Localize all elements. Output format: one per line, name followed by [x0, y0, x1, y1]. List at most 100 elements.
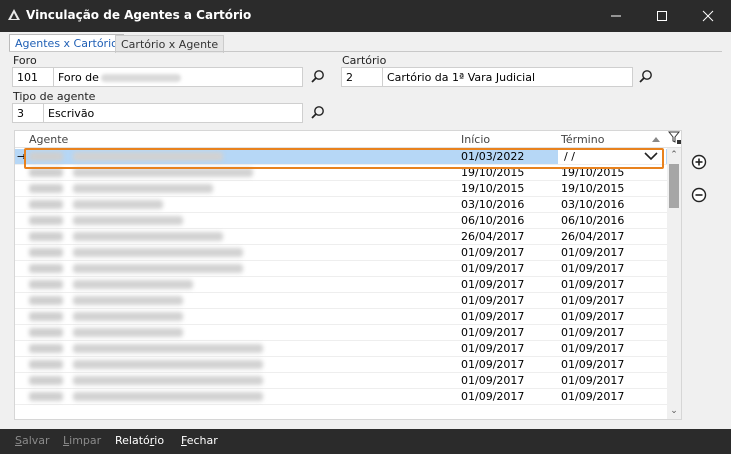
redacted-agent-name — [73, 200, 163, 209]
table-row[interactable]: 01/09/2017 01/09/2017 — [15, 389, 667, 405]
scroll-down-icon[interactable]: ⌄ — [669, 406, 679, 416]
termino-cell: 19/10/2015 — [561, 182, 625, 195]
termino-cell: 26/04/2017 — [561, 230, 625, 243]
inicio-cell: 26/04/2017 — [461, 230, 525, 243]
redacted-agent-name — [73, 360, 263, 369]
table-row[interactable]: 01/09/2017 01/09/2017 — [15, 341, 667, 357]
maximize-button[interactable] — [639, 0, 685, 32]
foro-code-field[interactable]: 101 — [12, 67, 54, 87]
foro-search-icon[interactable] — [310, 69, 326, 85]
tipo-agente-code-field[interactable]: 3 — [12, 103, 44, 123]
table-row[interactable]: 01/09/2017 01/09/2017 — [15, 325, 667, 341]
redacted-agent-name — [73, 296, 183, 305]
table-row[interactable]: 19/10/2015 19/10/2015 — [15, 181, 667, 197]
vertical-scrollbar[interactable]: ⌃ ⌄ — [667, 148, 681, 419]
agente-cell — [29, 232, 449, 242]
add-agent-icon[interactable] — [691, 154, 707, 170]
relatorio-button[interactable]: Relatório — [115, 434, 164, 447]
termino-cell: 01/09/2017 — [561, 278, 625, 291]
table-row[interactable]: 01/09/2017 01/09/2017 — [15, 245, 667, 261]
filter-icon[interactable] — [668, 131, 682, 145]
redacted-agent-name — [73, 168, 253, 177]
redacted-agent-code — [29, 376, 63, 385]
redacted-agent-code — [29, 328, 63, 337]
cartorio-code-field[interactable]: 2 — [341, 67, 383, 87]
termino-cell: 06/10/2016 — [561, 214, 625, 227]
inicio-cell: 01/09/2017 — [461, 262, 525, 275]
termino-cell: 01/09/2017 — [561, 294, 625, 307]
limpar-button[interactable]: Limpar — [63, 434, 101, 447]
redacted-agent-code — [29, 392, 63, 401]
termino-cell: 01/09/2017 — [561, 358, 625, 371]
cartorio-label: Cartório — [342, 54, 387, 67]
tipo-agente-label: Tipo de agente — [13, 90, 96, 103]
table-row[interactable]: 01/09/2017 01/09/2017 — [15, 293, 667, 309]
redacted-agent-name — [73, 248, 243, 257]
table-row[interactable]: 01/09/2017 01/09/2017 — [15, 277, 667, 293]
table-row[interactable]: 01/09/2017 01/09/2017 — [15, 357, 667, 373]
grid-header: Agente Início Término — [15, 131, 681, 148]
redacted-agent-name — [73, 392, 263, 401]
redacted-agent-code — [29, 248, 63, 257]
inicio-cell: 01/09/2017 — [461, 342, 525, 355]
redacted-agent-code — [29, 296, 63, 305]
termino-cell: 01/09/2017 — [561, 374, 625, 387]
termino-cell: 03/10/2016 — [561, 198, 625, 211]
table-row[interactable]: 03/10/2016 03/10/2016 — [15, 197, 667, 213]
table-row[interactable]: 06/10/2016 06/10/2016 — [15, 213, 667, 229]
redacted-agent-code — [29, 184, 63, 193]
agente-cell — [29, 392, 449, 402]
inicio-cell: 01/09/2017 — [461, 390, 525, 403]
agente-cell — [29, 216, 449, 226]
inicio-cell: 01/09/2017 — [461, 310, 525, 323]
window-title: Vinculação de Agentes a Cartório — [26, 8, 252, 22]
inicio-cell: 03/10/2016 — [461, 198, 525, 211]
salvar-button[interactable]: Salvar — [15, 434, 50, 447]
close-button[interactable] — [685, 0, 731, 32]
sort-ascending-icon[interactable] — [652, 137, 660, 142]
minimize-icon — [611, 15, 621, 17]
remove-agent-icon[interactable] — [691, 187, 707, 203]
redacted-agent-code — [29, 200, 63, 209]
inicio-cell: 01/09/2017 — [461, 358, 525, 371]
maximize-icon — [657, 11, 667, 21]
tab-divider — [9, 51, 722, 52]
bottom-strip — [0, 454, 731, 461]
table-row[interactable]: 01/09/2017 01/09/2017 — [15, 309, 667, 325]
redacted-agent-code — [29, 344, 63, 353]
cartorio-search-icon[interactable] — [638, 69, 654, 85]
scroll-thumb[interactable] — [669, 164, 679, 208]
column-header-inicio[interactable]: Início — [461, 133, 490, 146]
agents-grid[interactable]: Agente Início Término → 01/03/2022 / /19/… — [14, 130, 682, 420]
tipo-agente-search-icon[interactable] — [310, 105, 326, 121]
redacted-agent-name — [73, 312, 183, 321]
redacted-agent-code — [29, 312, 63, 321]
close-icon — [702, 10, 714, 22]
table-row[interactable]: 26/04/2017 26/04/2017 — [15, 229, 667, 245]
cartorio-name-field[interactable]: Cartório da 1ª Vara Judicial — [382, 67, 633, 87]
redacted-agent-name — [73, 216, 183, 225]
table-row[interactable]: 01/09/2017 01/09/2017 — [15, 373, 667, 389]
redacted-agent-name — [73, 184, 213, 193]
redacted-agent-code — [29, 168, 63, 177]
foro-label: Foro — [13, 54, 37, 67]
table-row[interactable]: 01/09/2017 01/09/2017 — [15, 261, 667, 277]
redacted-agent-name — [73, 280, 193, 289]
termino-cell: 01/09/2017 — [561, 342, 625, 355]
column-header-termino[interactable]: Término — [561, 133, 604, 146]
redacted-agent-name — [73, 328, 183, 337]
agente-cell — [29, 248, 449, 258]
main-window: Agentes x Cartório Cartório x Agente For… — [0, 32, 731, 429]
scroll-up-icon[interactable]: ⌃ — [669, 150, 679, 160]
redacted-agent-name — [73, 232, 223, 241]
bottom-toolbar: Salvar Limpar Relatório Fechar — [0, 429, 731, 454]
tipo-agente-name-field[interactable]: Escrivão — [43, 103, 303, 123]
tab-agentes-x-cartorio[interactable]: Agentes x Cartório — [9, 34, 124, 52]
foro-name-field[interactable]: Foro de — [53, 67, 303, 87]
fechar-button[interactable]: Fechar — [181, 434, 218, 447]
agente-cell — [29, 264, 449, 274]
agente-cell — [29, 296, 449, 306]
minimize-button[interactable] — [593, 0, 639, 32]
column-header-agente[interactable]: Agente — [29, 133, 68, 146]
termino-cell: 01/09/2017 — [561, 310, 625, 323]
